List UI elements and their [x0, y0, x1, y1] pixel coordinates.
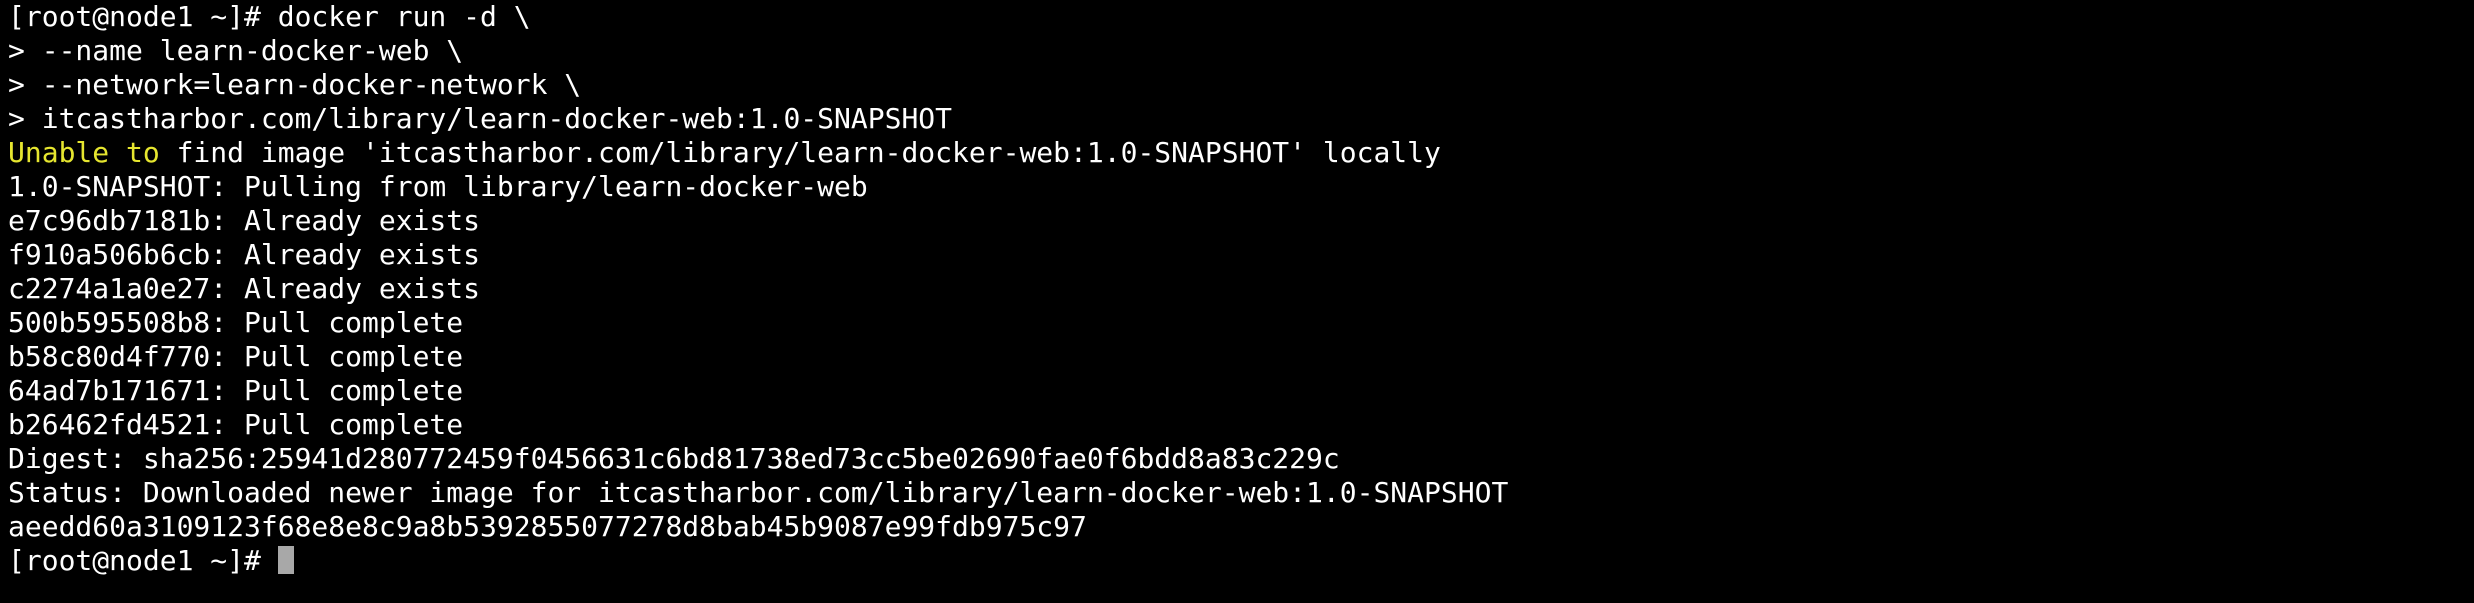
- container-id-line: aeedd60a3109123f68e8e8c9a8b5392855077278…: [8, 510, 1087, 543]
- output-line: f910a506b6cb: Already exists: [8, 238, 481, 271]
- text-cursor: [277, 546, 294, 574]
- output-line: 500b595508b8: Pull complete: [8, 306, 464, 339]
- shell-prompt: [root@node1 ~]#: [8, 544, 278, 577]
- output-line: 1.0-SNAPSHOT: Pulling from library/learn…: [8, 170, 868, 203]
- output-line: e7c96db7181b: Already exists: [8, 204, 481, 237]
- command-line-1: [root@node1 ~]# docker run -d \: [8, 0, 531, 33]
- output-line: c2274a1a0e27: Already exists: [8, 272, 481, 305]
- output-line: 64ad7b171671: Pull complete: [8, 374, 464, 407]
- terminal-window[interactable]: [root@node1 ~]# docker run -d \ > --name…: [0, 0, 2474, 603]
- output-line: b26462fd4521: Pull complete: [8, 408, 464, 441]
- digest-line: Digest: sha256:25941d280772459f0456631c6…: [8, 442, 1340, 475]
- warning-line: Unable to find image 'itcastharbor.com/l…: [8, 136, 2474, 170]
- output-line: b58c80d4f770: Pull complete: [8, 340, 464, 373]
- warning-highlight: Unable to: [8, 136, 160, 169]
- command-line-4: > itcastharbor.com/library/learn-docker-…: [8, 102, 953, 135]
- command-line-2: > --name learn-docker-web \: [8, 34, 464, 67]
- status-line: Status: Downloaded newer image for itcas…: [8, 476, 1509, 509]
- prompt-line[interactable]: [root@node1 ~]#: [8, 544, 2474, 578]
- warning-rest: find image 'itcastharbor.com/library/lea…: [159, 136, 1441, 169]
- command-line-3: > --network=learn-docker-network \: [8, 68, 582, 101]
